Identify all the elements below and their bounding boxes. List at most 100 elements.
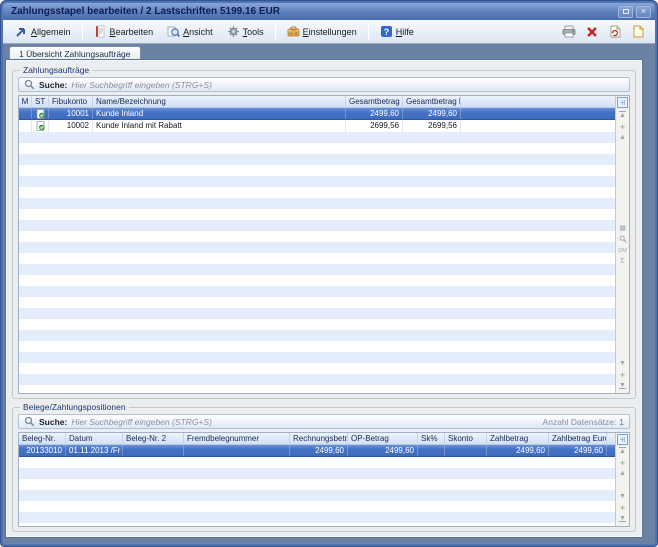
window-title: Zahlungsstapel bearbeiten / 2 Lastschrif…: [11, 6, 618, 17]
column-header-datum[interactable]: Datum: [66, 433, 123, 444]
empty-row[interactable]: [19, 385, 615, 393]
payments-search-bar[interactable]: Suche: Hier Suchbegriff eingeben (STRG+S…: [18, 77, 630, 92]
column-header-name[interactable]: Name/Bezeichnung: [93, 96, 346, 107]
document-check-icon: [36, 109, 45, 119]
row-up-icon[interactable]: ▲: [617, 133, 628, 143]
edit-book-icon: [94, 25, 107, 38]
tab-uebersicht-zahlungsauftraege[interactable]: 1 Übersicht Zahlungsaufträge: [9, 46, 141, 60]
add-row-icon[interactable]: +: [617, 503, 628, 513]
empty-row[interactable]: [19, 286, 615, 297]
sum-icon[interactable]: Σ: [617, 257, 628, 267]
column-header-st[interactable]: ST: [32, 96, 49, 107]
position-row[interactable]: 20133010 01.11.2013 /Fr 2499,60 2499,60 …: [19, 445, 615, 457]
empty-row[interactable]: [19, 352, 615, 363]
empty-row[interactable]: [19, 341, 615, 352]
cell-zahlbetrag-euro: 2499,60: [549, 445, 607, 456]
empty-row[interactable]: [19, 523, 615, 526]
column-header-m[interactable]: M: [19, 96, 32, 107]
column-chooser-icon[interactable]: [617, 97, 628, 108]
column-header-fibukonto[interactable]: Fibukonto: [49, 96, 93, 107]
empty-row[interactable]: [19, 374, 615, 385]
empty-row[interactable]: [19, 297, 615, 308]
column-header-beleg-nr[interactable]: Beleg-Nr.: [19, 433, 66, 444]
row-down-icon[interactable]: ▼: [617, 359, 628, 369]
new-document-button[interactable]: [631, 25, 645, 39]
empty-row[interactable]: [19, 468, 615, 479]
column-header-rechnungsbetrag[interactable]: Rechnungsbetrag: [290, 433, 348, 444]
empty-row[interactable]: [19, 330, 615, 341]
empty-row[interactable]: [19, 275, 615, 286]
menu-tools[interactable]: Tools: [221, 22, 270, 41]
delete-button[interactable]: [585, 25, 599, 39]
column-header-zahlbetrag[interactable]: Zahlbetrag: [487, 433, 549, 444]
row-up-icon[interactable]: ▲: [617, 469, 628, 479]
add-row-icon[interactable]: +: [617, 122, 628, 132]
payment-row[interactable]: 10002 Kunde Inland mit Rabatt 2699,56 26…: [19, 120, 615, 132]
empty-row[interactable]: [19, 231, 615, 242]
column-header-sk-prozent[interactable]: Sk%: [418, 433, 445, 444]
empty-row[interactable]: [19, 501, 615, 512]
column-header-op-betrag[interactable]: OP-Betrag: [348, 433, 418, 444]
jump-arrow-icon: [15, 25, 28, 38]
menu-bearbeiten[interactable]: Bearbeiten: [88, 22, 160, 41]
empty-row[interactable]: [19, 187, 615, 198]
menu-einstellungen[interactable]: Einstellungen: [281, 22, 363, 41]
menu-hilfe[interactable]: ? Hilfe: [374, 22, 420, 41]
document-refresh-button[interactable]: [608, 25, 622, 39]
empty-row[interactable]: [19, 165, 615, 176]
column-header-filler: [607, 433, 615, 444]
empty-row[interactable]: [19, 198, 615, 209]
empty-row[interactable]: [19, 176, 615, 187]
empty-row[interactable]: [19, 154, 615, 165]
restore-button[interactable]: [618, 6, 633, 18]
zoom-row-icon[interactable]: [617, 235, 628, 245]
goto-first-icon[interactable]: ▲: [617, 111, 628, 121]
column-header-gesamtbetrag[interactable]: Gesamtbetrag: [346, 96, 403, 107]
menu-label: Hilfe: [396, 27, 414, 37]
cell-rechnungsbetrag: 2499,60: [290, 445, 348, 456]
app-window: Zahlungsstapel bearbeiten / 2 Lastschrif…: [0, 0, 658, 547]
empty-row[interactable]: [19, 490, 615, 501]
cell-fremdbelegnummer: [184, 445, 290, 456]
add-row-icon[interactable]: +: [617, 458, 628, 468]
column-header-zahlbetrag-euro[interactable]: Zahlbetrag Euro: [549, 433, 607, 444]
empty-row[interactable]: [19, 363, 615, 374]
dm-currency-icon[interactable]: DM: [617, 246, 628, 256]
workspace: 1 Übersicht Zahlungsaufträge Zahlungsauf…: [3, 44, 655, 544]
column-chooser-icon[interactable]: [617, 434, 628, 445]
column-header-gesamtbetrag-euro[interactable]: Gesamtbetrag Euro: [403, 96, 461, 107]
empty-row[interactable]: [19, 264, 615, 275]
menu-ansicht[interactable]: Ansicht: [161, 22, 219, 41]
columns-view-icon[interactable]: ▦: [617, 224, 628, 234]
add-row-icon[interactable]: +: [617, 370, 628, 380]
goto-last-icon[interactable]: ▼: [617, 514, 628, 524]
empty-row[interactable]: [19, 143, 615, 154]
empty-row[interactable]: [19, 242, 615, 253]
empty-row[interactable]: [19, 253, 615, 264]
zahlungsauftraege-group: Zahlungsaufträge Suche: Hier Suchbegriff…: [12, 65, 636, 399]
goto-first-icon[interactable]: ▲: [617, 447, 628, 457]
empty-row[interactable]: [19, 457, 615, 468]
goto-last-icon[interactable]: ▼: [617, 381, 628, 391]
column-header-skonto[interactable]: Skonto: [445, 433, 487, 444]
payment-row[interactable]: 10001 Kunde Inland 2499,60 2499,60: [19, 108, 615, 120]
tab-row: 1 Übersicht Zahlungsaufträge: [6, 46, 642, 60]
empty-row[interactable]: [19, 132, 615, 143]
column-header-beleg-nr-2[interactable]: Beleg-Nr. 2: [123, 433, 184, 444]
title-bar[interactable]: Zahlungsstapel bearbeiten / 2 Lastschrif…: [3, 3, 655, 20]
positions-search-bar[interactable]: Suche: Hier Suchbegriff eingeben (STRG+S…: [18, 414, 630, 429]
menu-allgemein[interactable]: Allgemein: [9, 22, 77, 41]
empty-row[interactable]: [19, 209, 615, 220]
print-button[interactable]: [562, 25, 576, 39]
column-header-fremdbelegnummer[interactable]: Fremdbelegnummer: [184, 433, 290, 444]
delete-icon: [586, 26, 598, 38]
empty-row[interactable]: [19, 479, 615, 490]
empty-row[interactable]: [19, 220, 615, 231]
record-count: Anzahl Datensätze: 1: [543, 417, 624, 427]
empty-row[interactable]: [19, 319, 615, 330]
cell-fibukonto: 10001: [49, 108, 93, 119]
row-down-icon[interactable]: ▼: [617, 492, 628, 502]
empty-row[interactable]: [19, 512, 615, 523]
empty-row[interactable]: [19, 308, 615, 319]
close-button[interactable]: ×: [636, 6, 651, 18]
